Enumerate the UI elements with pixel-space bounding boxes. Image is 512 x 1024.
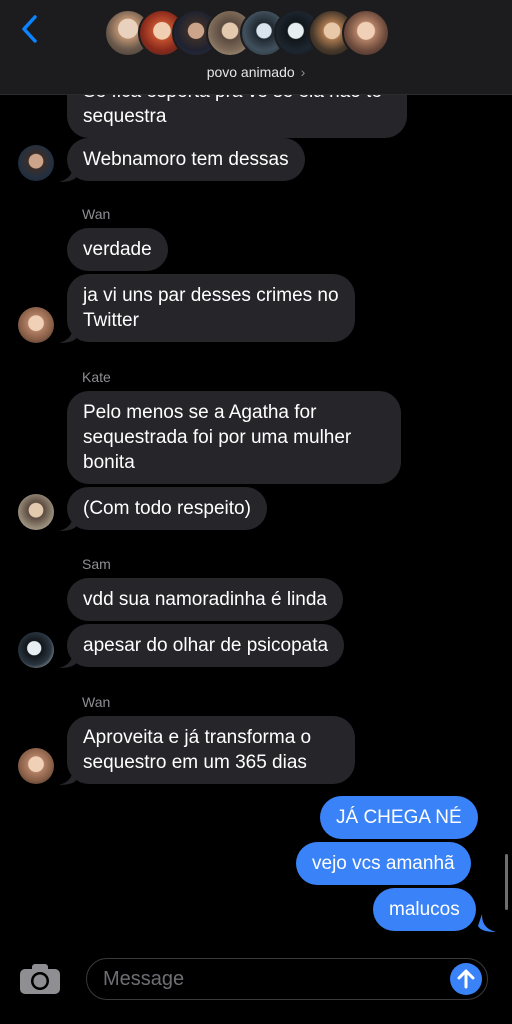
group-name-label: povo animado: [206, 64, 295, 80]
message-bubble[interactable]: vdd sua namoradinha é linda: [67, 578, 344, 621]
chevron-right-icon: ›: [300, 64, 306, 80]
sender-name: Kate: [82, 369, 111, 385]
message-text: malucos: [389, 899, 460, 920]
message-bubble[interactable]: (Com todo respeito): [67, 487, 267, 530]
message-text: verdade: [83, 239, 152, 260]
bubble-tail: [59, 325, 77, 343]
bubble-tail: [478, 914, 496, 932]
sender-name: Sam: [82, 556, 111, 572]
avatar: [342, 9, 390, 57]
avatar[interactable]: [18, 494, 54, 530]
message-bubble[interactable]: malucos: [373, 888, 476, 931]
message-bubble[interactable]: Aproveita e já transforma o sequestro em…: [67, 716, 355, 784]
bubble-tail: [59, 164, 77, 182]
bubble-tail: [59, 650, 77, 668]
group-avatars[interactable]: [104, 9, 414, 59]
message-bubble[interactable]: Pelo menos se a Agatha for sequestrada f…: [67, 391, 401, 484]
message-text: apesar do olhar de psicopata: [83, 635, 329, 656]
message-composer: Message: [0, 950, 512, 1024]
avatar[interactable]: [18, 632, 54, 668]
sender-name: Wan: [82, 206, 111, 222]
camera-button[interactable]: [19, 963, 61, 995]
chevron-left-icon: [22, 15, 37, 43]
message-bubble[interactable]: apesar do olhar de psicopata: [67, 624, 345, 667]
message-bubble[interactable]: verdade: [67, 228, 168, 271]
message-text: Pelo menos se a Agatha for sequestrada f…: [83, 402, 352, 473]
group-name[interactable]: povo animado ›: [0, 64, 512, 80]
camera-icon: [20, 964, 60, 994]
avatar[interactable]: [18, 145, 54, 181]
message-text: vdd sua namoradinha é linda: [83, 589, 328, 610]
message-bubble[interactable]: ja vi uns par desses crimes no Twitter: [67, 274, 355, 342]
message-text: JÁ CHEGA NÉ: [336, 807, 462, 828]
message-text: Aproveita e já transforma o sequestro em…: [83, 727, 312, 773]
message-text: Webnamoro tem dessas: [83, 149, 289, 170]
send-arrow-icon: [457, 969, 475, 989]
sender-name: Wan: [82, 694, 111, 710]
message-text: (Com todo respeito): [83, 498, 251, 519]
avatar[interactable]: [18, 748, 54, 784]
conversation-header: povo animado ›: [0, 0, 512, 95]
message-input[interactable]: Message: [86, 958, 488, 1000]
message-bubble[interactable]: vejo vcs amanhã: [296, 842, 471, 885]
bubble-tail: [59, 767, 77, 785]
message-bubble[interactable]: JÁ CHEGA NÉ: [320, 796, 478, 839]
bubble-tail: [59, 513, 77, 531]
send-button[interactable]: [450, 963, 482, 995]
scrollbar[interactable]: [505, 854, 508, 910]
avatar[interactable]: [18, 307, 54, 343]
message-bubble[interactable]: Webnamoro tem dessas: [67, 138, 305, 181]
message-placeholder: Message: [103, 968, 185, 990]
message-text: vejo vcs amanhã: [312, 853, 455, 874]
message-text: ja vi uns par desses crimes no Twitter: [83, 285, 339, 331]
back-button[interactable]: [14, 12, 44, 46]
